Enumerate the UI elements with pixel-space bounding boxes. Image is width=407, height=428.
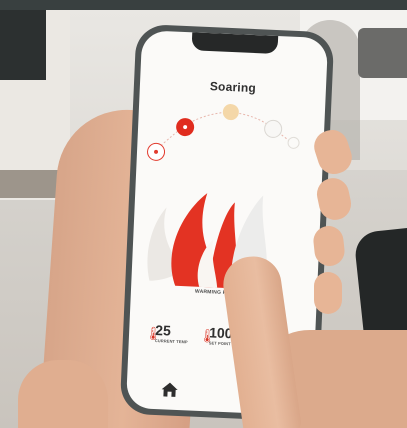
stat-label: SET POINT: [208, 340, 231, 347]
top-dark-band: [0, 0, 407, 10]
stat-set-point: 🌡 100 SET POINT: [198, 324, 233, 349]
right-finger: [314, 272, 342, 314]
thermometer-icon: 🌡: [198, 327, 216, 344]
stat-label: CURRENT TEMP: [154, 337, 188, 345]
phone-notch: [191, 32, 279, 55]
left-fingers: [18, 360, 108, 428]
chair: [358, 28, 407, 78]
stat-current-temp: 🌡 25 CURRENT TEMP: [145, 322, 188, 347]
level-dot: [153, 149, 159, 154]
level-dot: [183, 124, 188, 130]
tv-screen: [0, 10, 46, 80]
home-icon[interactable]: [160, 381, 179, 398]
photo-scene: Soaring WARMING FLE 🌡 25 CURRENT TEMP 🌡 …: [0, 0, 407, 428]
thermometer-icon: 🌡: [144, 325, 162, 342]
stat-value: 25: [154, 321, 172, 339]
